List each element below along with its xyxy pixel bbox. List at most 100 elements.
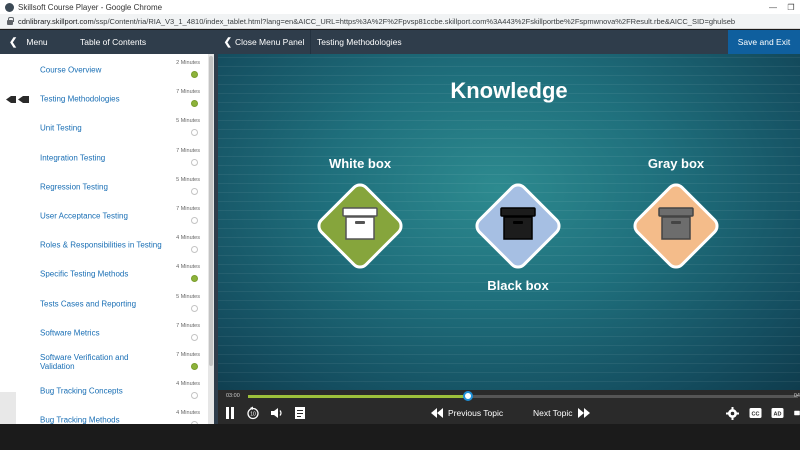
slide-stage: Knowledge White box Black box Gray box xyxy=(218,54,800,390)
completed-status-icon xyxy=(191,363,198,370)
close-menu-panel-label: Close Menu Panel xyxy=(234,37,305,47)
minimize-icon[interactable]: — xyxy=(764,3,782,12)
table-of-contents-panel: Course Overview 2 Minutes Testing Methodol… xyxy=(0,54,214,424)
more-button[interactable] xyxy=(794,406,800,420)
menu-button[interactable]: ❮ Menu xyxy=(0,37,80,48)
toc-item[interactable]: Course Overview 2 Minutes xyxy=(0,56,208,84)
next-topic-button[interactable]: Next Topic xyxy=(533,406,591,420)
incomplete-status-icon xyxy=(191,129,198,137)
toc-item[interactable]: Regression Testing 5 Minutes xyxy=(0,173,208,201)
toc-item-duration: 4 Minutes xyxy=(176,264,200,271)
toc-item[interactable]: Integration Testing 7 Minutes xyxy=(0,144,208,172)
lock-icon xyxy=(6,17,14,25)
player-controls: 03:00 04 10 Previous Topic Next Topic CC… xyxy=(218,390,800,424)
sidebar-footer xyxy=(0,392,16,424)
course-nav-bar: ❮ Menu Table of Contents ❮ Close Menu Pa… xyxy=(0,30,800,54)
rewind-10-button[interactable]: 10 xyxy=(246,406,260,420)
volume-button[interactable] xyxy=(270,406,284,420)
browser-title-bar: Skillsoft Course Player - Google Chrome … xyxy=(0,0,800,14)
incomplete-status-icon xyxy=(191,392,198,400)
toc-title: Table of Contents xyxy=(80,37,147,47)
pause-button[interactable] xyxy=(224,406,236,420)
toc-item[interactable]: Specific Testing Methods 4 Minutes xyxy=(0,260,208,288)
toc-item[interactable]: User Acceptance Testing 7 Minutes xyxy=(0,202,208,230)
toc-item[interactable]: Software Metrics 7 Minutes xyxy=(0,319,208,347)
incomplete-status-icon xyxy=(191,158,198,166)
current-topic-title: Testing Methodologies xyxy=(310,30,580,54)
toc-scrollbar-thumb[interactable] xyxy=(209,56,213,366)
svg-text:CC: CC xyxy=(752,412,760,418)
completed-status-icon xyxy=(191,275,198,283)
toc-item-label: Bug Tracking Concepts xyxy=(40,386,123,396)
save-and-exit-button[interactable]: Save and Exit xyxy=(728,30,800,54)
close-menu-panel-button[interactable]: ❮ Close Menu Panel xyxy=(218,30,310,54)
chevron-left-icon: ❮ xyxy=(9,36,18,48)
restore-icon[interactable]: ❐ xyxy=(782,3,800,12)
toc-item[interactable]: Roles & Responsibilities in Testing 4 Min… xyxy=(0,231,208,259)
address-bar[interactable]: cdnlibrary.skillport.com/ssp/Content/ria… xyxy=(0,14,800,29)
toc-item-label: Software Verification and Validation xyxy=(40,353,129,371)
toc-item-duration: 7 Minutes xyxy=(176,206,200,212)
toc-item-label: Integration Testing xyxy=(40,153,106,163)
toc-item[interactable]: Bug Tracking Methods 4 Minutes xyxy=(0,406,208,424)
next-topic-icon xyxy=(577,408,590,418)
svg-text:AD: AD xyxy=(774,412,782,418)
closed-captions-button[interactable]: CC xyxy=(749,406,762,420)
completed-status-icon xyxy=(191,71,198,78)
transcript-button[interactable] xyxy=(294,406,306,420)
toc-item-duration: 5 Minutes xyxy=(176,293,200,300)
black-box-icon xyxy=(500,207,536,240)
previous-topic-button[interactable]: Previous Topic xyxy=(430,406,503,420)
toc-item-duration: 4 Minutes xyxy=(176,235,200,242)
toc-item-label: Course Overview xyxy=(40,65,102,75)
next-topic-label: Next Topic xyxy=(533,408,573,418)
progress-knob[interactable] xyxy=(463,391,473,401)
progress-bar[interactable] xyxy=(248,391,798,401)
os-taskbar xyxy=(0,424,800,450)
app-favicon-icon xyxy=(5,2,14,12)
toc-item-duration: 5 Minutes xyxy=(176,176,200,183)
transcript-icon xyxy=(295,407,305,419)
toc-item-duration: 7 Minutes xyxy=(176,147,200,154)
time-total: 04 xyxy=(793,393,800,399)
toc-item-label: Roles & Responsibilities in Testing xyxy=(40,240,162,250)
previous-topic-label: Previous Topic xyxy=(448,408,504,418)
incomplete-status-icon xyxy=(191,246,198,254)
toc-item[interactable]: Unit Testing 5 Minutes xyxy=(0,114,208,142)
current-topic-indicator-icon xyxy=(6,96,29,104)
previous-topic-icon xyxy=(431,408,443,418)
toc-item[interactable]: Bug Tracking Concepts 4 Minutes xyxy=(0,377,208,405)
toc-item-label: Testing Methodologies xyxy=(40,94,120,104)
toc-item[interactable]: Tests Cases and Reporting 5 Minutes xyxy=(0,290,208,318)
toc-item[interactable]: Software Verification and Validation 7 Mi… xyxy=(0,348,208,376)
toc-item-duration: 5 Minutes xyxy=(176,118,200,125)
toc-header: ❮ Menu Table of Contents xyxy=(0,30,218,54)
time-current: 03:00 xyxy=(226,393,240,399)
svg-text:10: 10 xyxy=(250,412,256,418)
gray-box-icon xyxy=(658,207,694,240)
toc-item[interactable]: Testing Methodologies 7 Minutes xyxy=(0,85,208,113)
toc-item-duration: 7 Minutes xyxy=(176,89,200,96)
menu-label: Menu xyxy=(26,37,48,47)
toc-item-label: Specific Testing Methods xyxy=(40,269,129,279)
slide-heading: Knowledge xyxy=(450,78,568,103)
pause-icon xyxy=(226,407,234,419)
volume-icon xyxy=(271,408,282,418)
audio-description-button[interactable]: AD xyxy=(771,406,784,420)
incomplete-status-icon xyxy=(191,217,198,224)
url-path: /ssp/Content/ria/RIA_V3_1_4810/index_tab… xyxy=(93,16,736,26)
toc-item-label: Unit Testing xyxy=(40,123,82,133)
chevron-left-icon: ❮ xyxy=(223,36,232,48)
white-box-icon xyxy=(342,207,378,240)
url-host: cdnlibrary.skillport.com xyxy=(18,16,94,26)
incomplete-status-icon xyxy=(191,304,198,312)
gray-box-title: Gray box xyxy=(647,156,705,171)
more-icon xyxy=(794,410,800,416)
toc-item-label: Regression Testing xyxy=(40,182,108,192)
incomplete-status-icon xyxy=(191,333,198,341)
toc-item-label: User Acceptance Testing xyxy=(40,211,128,221)
settings-button[interactable] xyxy=(726,406,739,420)
toc-item-duration: 2 Minutes xyxy=(176,60,200,66)
toc-item-label: Software Metrics xyxy=(40,328,100,338)
black-box-title: Black box xyxy=(487,278,549,293)
